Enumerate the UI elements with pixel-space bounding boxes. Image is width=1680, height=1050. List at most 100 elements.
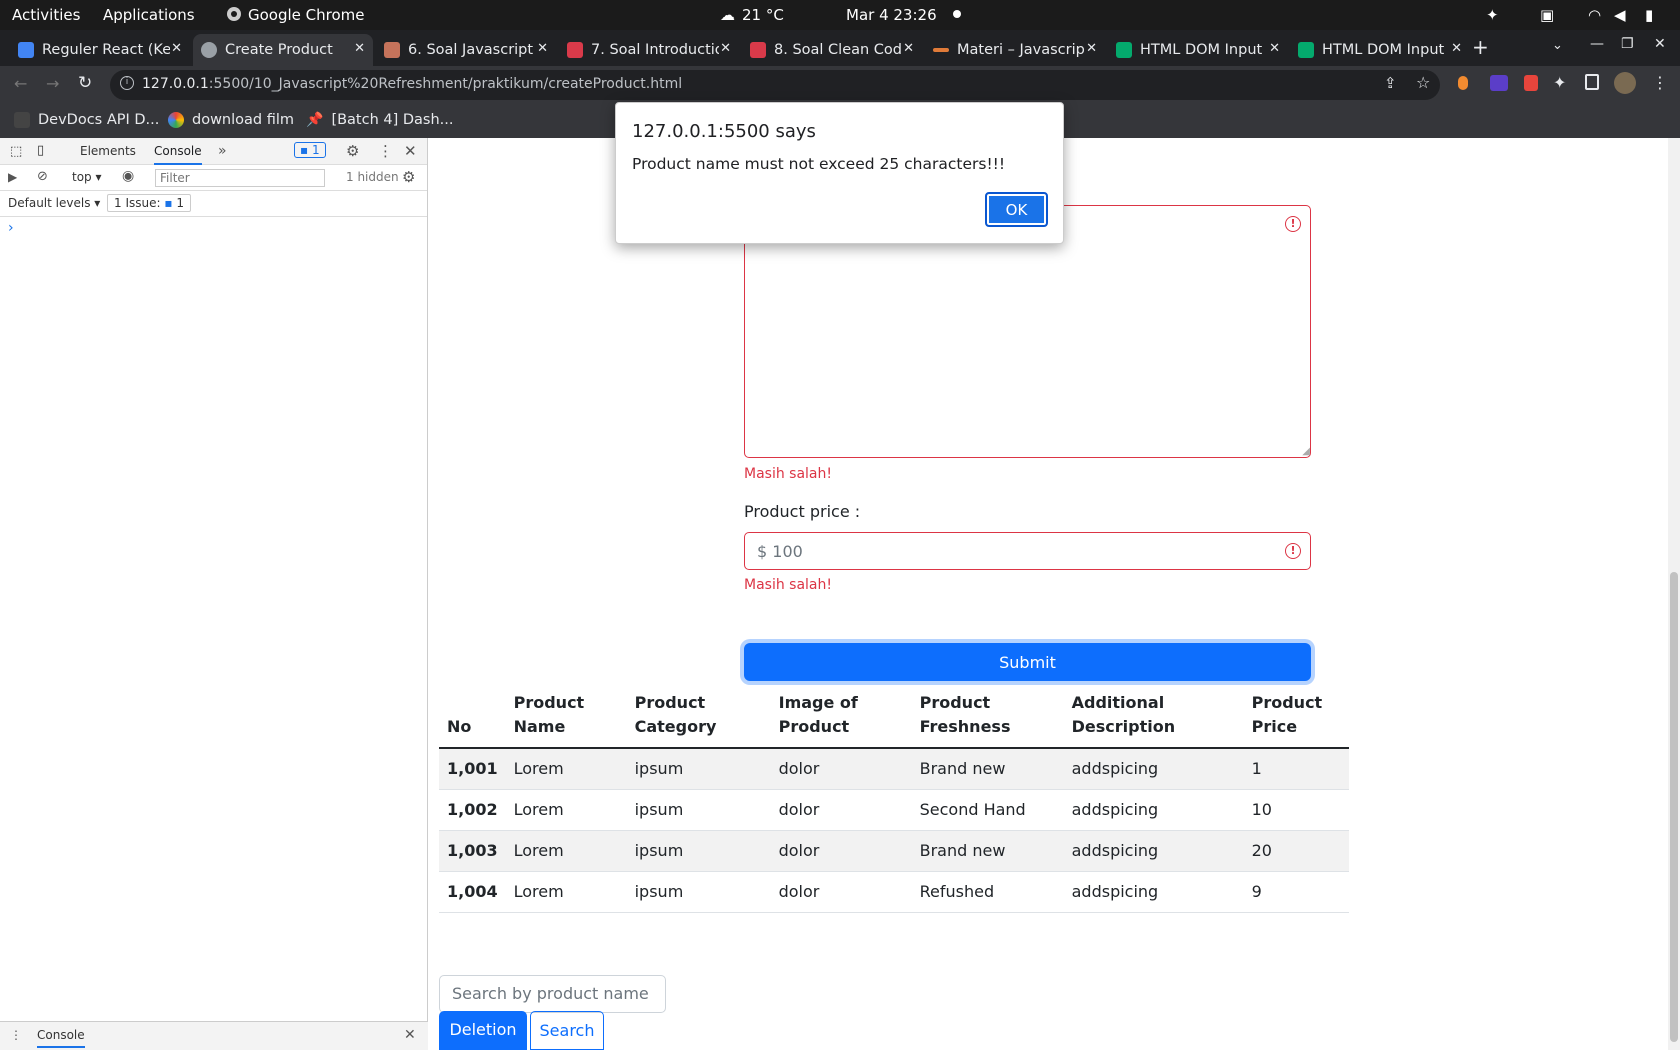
tab-label: Reguler React (Ke xyxy=(42,42,170,58)
clipboard-icon[interactable]: ▣ xyxy=(1540,6,1554,24)
reload-icon[interactable]: ↻ xyxy=(78,73,92,93)
forward-arrow-icon[interactable]: → xyxy=(46,74,59,93)
site-info-icon[interactable]: i xyxy=(120,76,134,90)
close-tab-icon[interactable]: ✕ xyxy=(903,41,914,56)
back-arrow-icon[interactable]: ← xyxy=(14,74,27,93)
tab-soal-javascript[interactable]: 6. Soal Javascript ✕ xyxy=(376,34,556,66)
close-tab-icon[interactable]: ✕ xyxy=(171,41,182,56)
extension-puzzle-icon[interactable]: ✦ xyxy=(1486,6,1499,24)
maximize-icon[interactable]: ❐ xyxy=(1621,36,1634,52)
tab-soal-clean-code[interactable]: 8. Soal Clean Code ✕ xyxy=(742,34,922,66)
table-row[interactable]: 1,001 Lorem ipsum dolor Brand new addspi… xyxy=(439,748,1349,790)
price-input[interactable]: $ 100 ! xyxy=(744,532,1311,570)
drawer-tab-console[interactable]: Console xyxy=(37,1028,85,1048)
share-icon[interactable]: ⇪ xyxy=(1384,74,1397,92)
cell-image: dolor xyxy=(770,830,912,872)
console-filter-input[interactable] xyxy=(155,169,325,187)
side-panel-icon[interactable] xyxy=(1585,74,1599,90)
bookmark-devdocs[interactable]: DevDocs API D... xyxy=(14,112,159,128)
weather-temperature[interactable]: 21 °C xyxy=(742,6,784,24)
console-prompt[interactable]: › xyxy=(8,220,14,236)
applications-menu[interactable]: Applications xyxy=(103,6,195,24)
bookmark-batch-4-dashboard[interactable]: 📌 [Batch 4] Dash... xyxy=(306,112,454,128)
submit-button[interactable]: Submit xyxy=(744,643,1311,681)
extension-red-icon[interactable] xyxy=(1524,75,1538,91)
price-error-message: Masih salah! xyxy=(744,577,832,593)
tab-console[interactable]: Console xyxy=(154,144,202,165)
tab-reguler-react[interactable]: Reguler React (Ke ✕ xyxy=(10,34,190,66)
active-app-name[interactable]: Google Chrome xyxy=(248,6,365,24)
tab-soal-introduction[interactable]: 7. Soal Introductio ✕ xyxy=(559,34,739,66)
tab-html-dom-input-1[interactable]: HTML DOM Input ✕ xyxy=(1108,34,1288,66)
address-bar[interactable]: i 127.0.0.1:5500/10_Javascript%20Refresh… xyxy=(110,70,1440,100)
issues-link[interactable]: 1 Issue: ▪ 1 xyxy=(107,194,191,212)
sidebar-toggle-icon[interactable]: ▶ xyxy=(8,170,17,184)
close-devtools-icon[interactable]: ✕ xyxy=(404,142,417,160)
alert-title: 127.0.0.1:5500 says xyxy=(632,121,816,142)
tab-elements[interactable]: Elements xyxy=(80,144,136,158)
table-row[interactable]: 1,003 Lorem ipsum dolor Brand new addspi… xyxy=(439,830,1349,872)
console-settings-gear-icon[interactable]: ⚙ xyxy=(402,168,415,186)
tab-create-product[interactable]: Create Product ✕ xyxy=(193,34,373,66)
cell-product-category: ipsum xyxy=(626,830,771,872)
device-toolbar-icon[interactable]: ▯ xyxy=(37,143,44,158)
volume-icon[interactable]: ◀ xyxy=(1614,6,1626,24)
settings-gear-icon[interactable]: ⚙ xyxy=(346,142,359,160)
close-tab-icon[interactable]: ✕ xyxy=(1269,41,1280,56)
extension-badge-icon[interactable] xyxy=(1490,75,1508,91)
extensions-puzzle-icon[interactable]: ✦ xyxy=(1553,73,1566,92)
bookmark-download-film[interactable]: download film xyxy=(168,112,294,128)
chrome-app-icon xyxy=(226,6,242,26)
drawer-menu-icon[interactable]: ⋮ xyxy=(10,1028,22,1042)
issues-badge[interactable]: ▪ 1 xyxy=(294,142,326,158)
search-button[interactable]: Search xyxy=(530,1011,604,1050)
deletion-button[interactable]: Deletion xyxy=(439,1011,527,1050)
close-tab-icon[interactable]: ✕ xyxy=(720,41,731,56)
close-tab-icon[interactable]: ✕ xyxy=(354,41,365,56)
tab-html-dom-input-2[interactable]: HTML DOM Input ✕ xyxy=(1290,34,1470,66)
search-product-input[interactable]: Search by product name xyxy=(439,975,666,1013)
context-selector[interactable]: top ▾ xyxy=(72,170,102,184)
clock[interactable]: Mar 4 23:26 xyxy=(846,6,937,24)
page-scrollbar[interactable] xyxy=(1668,138,1680,1050)
tab-search-chevron-down-icon[interactable]: ⌄ xyxy=(1552,38,1563,53)
cell-no: 1,001 xyxy=(439,748,506,790)
scrollbar-thumb[interactable] xyxy=(1670,572,1678,1042)
cell-product-category: ipsum xyxy=(626,871,771,913)
extension-icon[interactable] xyxy=(1458,76,1468,90)
table-row[interactable]: 1,002 Lorem ipsum dolor Second Hand adds… xyxy=(439,789,1349,831)
resize-handle-icon[interactable]: ◢ xyxy=(1302,446,1310,457)
chrome-menu-icon[interactable]: ⋮ xyxy=(1652,73,1668,92)
more-tabs-chevron-icon[interactable]: » xyxy=(218,143,227,159)
browser-toolbar: ← → ↻ i 127.0.0.1:5500/10_Javascript%20R… xyxy=(0,66,1680,104)
devtools-drawer: ⋮ Console ✕ xyxy=(0,1021,428,1050)
close-tab-icon[interactable]: ✕ xyxy=(537,41,548,56)
tab-materi-javascript[interactable]: Materi – Javascrip ✕ xyxy=(925,34,1105,66)
minimize-icon[interactable]: — xyxy=(1590,36,1604,52)
clear-console-icon[interactable]: ⊘ xyxy=(37,169,48,184)
devtools-menu-icon[interactable]: ⋮ xyxy=(378,142,393,160)
battery-icon[interactable]: ▮ xyxy=(1645,6,1653,24)
wifi-icon[interactable]: ◠ xyxy=(1588,6,1601,24)
log-levels-dropdown[interactable]: Default levels ▾ xyxy=(8,196,100,210)
table-row[interactable]: 1,004 Lorem ipsum dolor Refushed addspic… xyxy=(439,871,1349,913)
close-drawer-icon[interactable]: ✕ xyxy=(404,1027,416,1043)
live-expression-eye-icon[interactable]: ◉ xyxy=(122,168,134,184)
devtools-panel: ⬚ ▯ Elements Console » ▪ 1 ⚙ ⋮ ✕ ▶ ⊘ top… xyxy=(0,138,428,1050)
cell-freshness: Brand new xyxy=(911,830,1064,872)
bookmark-star-icon[interactable]: ☆ xyxy=(1416,73,1430,92)
issue-count: 1 xyxy=(176,196,184,210)
alert-ok-button[interactable]: OK xyxy=(985,192,1048,227)
new-tab-icon[interactable]: + xyxy=(1472,35,1489,59)
cell-freshness: Refushed xyxy=(911,871,1064,913)
close-window-icon[interactable]: ✕ xyxy=(1654,36,1666,52)
browser-tab-bar: Reguler React (Ke ✕ Create Product ✕ 6. … xyxy=(0,30,1680,66)
error-exclamation-icon: ! xyxy=(1285,216,1301,232)
cell-description: addspicing xyxy=(1063,871,1244,913)
close-tab-icon[interactable]: ✕ xyxy=(1451,41,1462,56)
inspect-element-icon[interactable]: ⬚ xyxy=(10,144,22,159)
issue-label: 1 Issue: xyxy=(114,196,161,210)
close-tab-icon[interactable]: ✕ xyxy=(1086,41,1097,56)
profile-avatar[interactable] xyxy=(1614,72,1636,94)
activities-button[interactable]: Activities xyxy=(12,6,80,24)
